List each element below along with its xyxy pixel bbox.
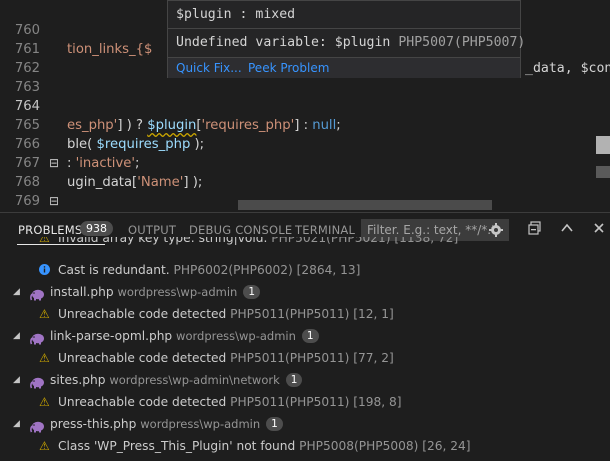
tab-terminal[interactable]: TERMINAL — [295, 223, 355, 237]
fold-minus-icon[interactable]: ⊟ — [49, 192, 59, 211]
code-line[interactable]: 768 ⊟ ct_network_only || in_array( $stat… — [0, 154, 610, 190]
code-line[interactable]: 767 ugin_data['Name'] ); — [0, 135, 610, 190]
expand-triangle-icon[interactable]: ◢ — [13, 281, 20, 303]
tab-output[interactable]: OUTPUT — [128, 223, 176, 237]
problem-row[interactable]: ⚠ Unreachable code detected PHP5011(PHP50… — [0, 347, 610, 369]
file-group-row[interactable]: ◢ install.php wordpress\wp-admin 1 — [0, 281, 610, 303]
code-editor[interactable]: 760 tion_links_{$ _data, $conte 761 762 … — [0, 0, 610, 212]
php-file-icon — [30, 374, 44, 389]
file-name: sites.php — [50, 373, 106, 387]
tab-debug-console[interactable]: DEBUG CONSOLE — [189, 223, 292, 237]
file-name: link-parse-opml.php — [50, 329, 173, 343]
warning-icon: ⚠ — [39, 395, 50, 409]
minimap-slider[interactable] — [596, 136, 610, 154]
quick-fix-link[interactable]: Quick Fix... — [176, 61, 242, 75]
code-line[interactable]: 766 : 'inactive'; — [0, 116, 610, 171]
hover-message-text: Undefined variable: $plugin — [176, 35, 391, 50]
file-group-label: install.php wordpress\wp-admin 1 — [50, 281, 260, 303]
problem-code: PHP5008(PHP5008) — [299, 439, 419, 453]
hover-error-code: PHP5007(PHP5007) — [398, 35, 526, 50]
hover-signature: $plugin : mixed — [176, 7, 296, 22]
file-problem-count: 1 — [266, 417, 283, 431]
warning-icon: ⚠ — [39, 307, 50, 321]
problem-message: Unreachable code detected — [58, 351, 227, 365]
problem-location: [77, 2] — [353, 351, 394, 365]
file-problem-count: 1 — [243, 285, 260, 299]
php-file-icon — [30, 418, 44, 433]
file-group-row[interactable]: ◢ press-this.php wordpress\wp-admin 1 — [0, 413, 610, 435]
code-line-current[interactable]: 764 es_php'] ) ? $plugin['requires_php']… — [0, 78, 610, 133]
problem-text: Cast is redundant. PHP6002(PHP6002) [286… — [58, 259, 360, 281]
problem-code: PHP5011(PHP5011) — [230, 307, 350, 321]
problem-row[interactable]: ⚠ Class 'WP_Press_This_Plugin' not found … — [0, 435, 610, 457]
problem-location: [12, 1] — [353, 307, 394, 321]
problem-row[interactable]: ⚠ Unreachable code detected PHP5011(PHP50… — [0, 303, 610, 325]
bottom-panel: PROBLEMS 938 OUTPUT DEBUG CONSOLE TERMIN… — [0, 212, 610, 461]
expand-triangle-icon[interactable]: ◢ — [13, 369, 20, 391]
problem-code: PHP6002(PHP6002) — [173, 263, 293, 277]
php-file-icon — [30, 330, 44, 345]
file-problem-count: 1 — [301, 329, 319, 343]
problem-location: [198, 8] — [353, 395, 402, 409]
file-path: wordpress\wp-admin — [176, 329, 296, 343]
php-file-icon — [30, 286, 44, 301]
horizontal-scrollbar[interactable] — [238, 200, 492, 210]
expand-triangle-icon[interactable]: ◢ — [13, 325, 20, 347]
minimap-marker — [596, 166, 610, 178]
file-group-label: link-parse-opml.php wordpress\wp-admin 1 — [50, 325, 319, 347]
code-line[interactable]: 765 ble( $requires_php ); — [0, 97, 610, 152]
problem-row[interactable]: Cast is redundant. PHP6002(PHP6002) [286… — [0, 259, 610, 281]
file-path: wordpress\wp-admin\network — [109, 373, 280, 387]
code-line[interactable]: 769 — [0, 173, 610, 209]
file-group-row[interactable]: ◢ link-parse-opml.php wordpress\wp-admin 1 — [0, 325, 610, 347]
problem-message: Class 'WP_Press_This_Plugin' not found — [58, 439, 296, 453]
problem-code: PHP5011(PHP5011) — [230, 351, 350, 365]
fold-minus-icon[interactable]: ⊟ — [49, 154, 59, 173]
info-icon — [39, 259, 50, 281]
problem-message: Unreachable code detected — [58, 307, 227, 321]
problem-text: Unreachable code detected PHP5011(PHP501… — [58, 303, 394, 325]
file-group-label: press-this.php wordpress\wp-admin 1 — [50, 413, 283, 435]
problem-text: Unreachable code detected PHP5011(PHP501… — [58, 391, 402, 413]
file-name: install.php — [50, 285, 114, 299]
problem-message: Unreachable code detected — [58, 395, 227, 409]
warning-icon: ⚠ — [39, 439, 50, 453]
file-problem-count: 1 — [285, 373, 303, 387]
problem-location: [26, 24] — [422, 439, 471, 453]
hover-divider — [168, 28, 520, 29]
file-group-row[interactable]: ◢ sites.php wordpress\wp-admin\network 1 — [0, 369, 610, 391]
problem-row[interactable]: ⚠ Unreachable code detected PHP5011(PHP50… — [0, 391, 610, 413]
warning-icon: ⚠ — [39, 351, 50, 365]
hover-popup: $plugin : mixed Undefined variable: $plu… — [167, 0, 525, 78]
problem-count-badge: 938 — [80, 221, 113, 236]
problem-location: [2864, 13] — [296, 263, 361, 277]
peek-problem-link[interactable]: Peek Problem — [248, 61, 329, 75]
expand-triangle-icon[interactable]: ◢ — [13, 413, 20, 435]
file-name: press-this.php — [50, 417, 137, 431]
problem-code: PHP5011(PHP5011) — [230, 395, 350, 409]
file-path: wordpress\wp-admin — [117, 285, 238, 299]
hover-message: Undefined variable: $plugin PHP5007(PHP5… — [176, 35, 525, 50]
file-path: wordpress\wp-admin — [140, 417, 261, 431]
problem-message: Cast is redundant. — [58, 263, 170, 277]
tab-problems[interactable]: PROBLEMS — [18, 223, 82, 237]
problem-text: Class 'WP_Press_This_Plugin' not found P… — [58, 435, 471, 457]
file-group-label: sites.php wordpress\wp-admin\network 1 — [50, 369, 303, 391]
problem-text: Unreachable code detected PHP5011(PHP501… — [58, 347, 394, 369]
